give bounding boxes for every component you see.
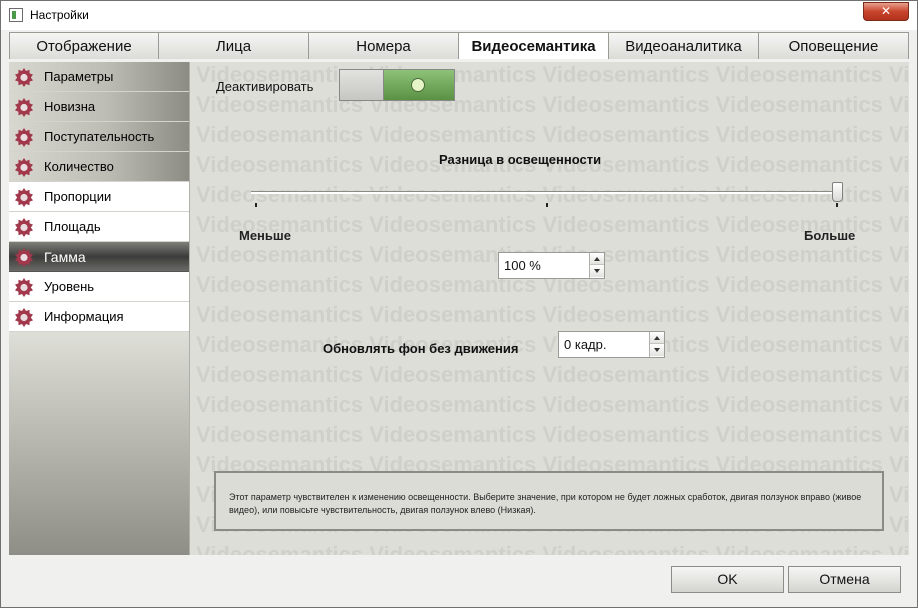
sidebar-item-level[interactable]: Уровень (9, 272, 189, 302)
frames-down-button[interactable] (650, 344, 664, 356)
toggle-on-segment (384, 70, 454, 100)
gear-icon (15, 98, 33, 117)
tab-videosemantics[interactable]: Видеосемантика (459, 32, 609, 59)
sidebar-item-label: Количество (44, 159, 114, 174)
gear-icon (15, 128, 33, 147)
frames-spinbox[interactable]: 0 кадр. (558, 331, 665, 358)
percent-up-button[interactable] (590, 253, 604, 265)
sidebar-item-label: Параметры (44, 69, 114, 84)
watermark-row: Videosemantics Videosemantics Videoseman… (196, 422, 909, 447)
frames-up-button[interactable] (650, 332, 664, 344)
slider-tick (255, 203, 257, 207)
gear-icon (15, 68, 33, 87)
ok-button[interactable]: OK (671, 566, 784, 593)
tab-notifications[interactable]: Оповещение (759, 32, 909, 59)
watermark-row: Videosemantics Videosemantics Videoseman… (196, 92, 909, 117)
watermark-row: Videosemantics Videosemantics Videoseman… (196, 122, 909, 147)
help-text: Этот параметр чувствителен к изменению о… (229, 492, 862, 515)
close-button[interactable]: ✕ (863, 2, 909, 21)
sidebar-item-label: Информация (44, 309, 124, 324)
watermark-row: Videosemantics Videosemantics Videoseman… (196, 212, 909, 237)
cancel-button[interactable]: Отмена (788, 566, 901, 593)
deactivate-label: Деактивировать (216, 79, 314, 94)
slider-min-label: Меньше (239, 228, 291, 243)
toggle-knob (411, 78, 425, 92)
watermark-row: Videosemantics Videosemantics Videoseman… (196, 362, 909, 387)
footer: OK Отмена (1, 555, 917, 607)
frames-value: 0 кадр. (564, 337, 607, 352)
refresh-background-label: Обновлять фон без движения (323, 341, 519, 356)
watermark-row: Videosemantics Videosemantics Videoseman… (196, 302, 909, 327)
slider-tick (836, 203, 838, 207)
settings-panel: Videosemantics Videosemantics Videoseman… (190, 62, 909, 555)
sidebar-item-novelty[interactable]: Новизна (9, 92, 189, 122)
gear-icon (15, 158, 33, 177)
brightness-slider-thumb[interactable] (832, 182, 843, 202)
help-box: Этот параметр чувствителен к изменению о… (214, 471, 884, 531)
gear-icon (15, 248, 33, 267)
gear-icon (15, 188, 33, 207)
brightness-slider-track[interactable] (251, 191, 840, 194)
watermark-row: Videosemantics Videosemantics Videoseman… (196, 392, 909, 417)
sidebar-item-parameters[interactable]: Параметры (9, 62, 189, 92)
window-title: Настройки (30, 8, 89, 22)
settings-window: Настройки ✕ Отображение Лица Номера Виде… (0, 0, 918, 608)
slider-title: Разница в освещенности (439, 152, 602, 167)
sidebar-item-proportions[interactable]: Пропорции (9, 182, 189, 212)
sidebar: Параметры Новизна Поступательность Колич… (9, 62, 190, 555)
sidebar-item-label: Гамма (44, 249, 86, 265)
sidebar-item-gamma[interactable]: Гамма (9, 242, 189, 272)
percent-spinbox[interactable]: 100 % (498, 252, 605, 279)
tab-plates[interactable]: Номера (309, 32, 459, 59)
slider-max-label: Больше (804, 228, 856, 243)
percent-down-button[interactable] (590, 265, 604, 277)
tab-bar: Отображение Лица Номера Видеосемантика В… (9, 32, 909, 59)
sidebar-item-label: Пропорции (44, 189, 112, 204)
tab-videoanalytics[interactable]: Видеоаналитика (609, 32, 759, 59)
watermark-row: Videosemantics Videosemantics Videoseman… (196, 182, 909, 207)
watermark-row: Videosemantics Videosemantics Videoseman… (196, 332, 909, 357)
sidebar-item-label: Уровень (44, 279, 95, 294)
tab-faces[interactable]: Лица (159, 32, 309, 59)
gear-icon (15, 308, 33, 327)
sidebar-item-translation[interactable]: Поступательность (9, 122, 189, 152)
watermark-row: Videosemantics Videosemantics Videoseman… (196, 542, 909, 555)
toggle-off-segment (340, 70, 384, 100)
gear-icon (15, 218, 33, 237)
gear-icon (15, 278, 33, 297)
sidebar-item-label: Площадь (44, 219, 101, 234)
sidebar-item-label: Поступательность (44, 129, 155, 144)
tab-display[interactable]: Отображение (9, 32, 159, 59)
sidebar-item-label: Новизна (44, 99, 96, 114)
sidebar-item-information[interactable]: Информация (9, 302, 189, 332)
title-bar: Настройки ✕ (1, 1, 917, 30)
app-icon (9, 8, 23, 22)
sidebar-item-quantity[interactable]: Количество (9, 152, 189, 182)
percent-value: 100 % (504, 258, 541, 273)
sidebar-item-area[interactable]: Площадь (9, 212, 189, 242)
deactivate-toggle[interactable] (339, 69, 455, 101)
slider-tick (546, 203, 548, 207)
